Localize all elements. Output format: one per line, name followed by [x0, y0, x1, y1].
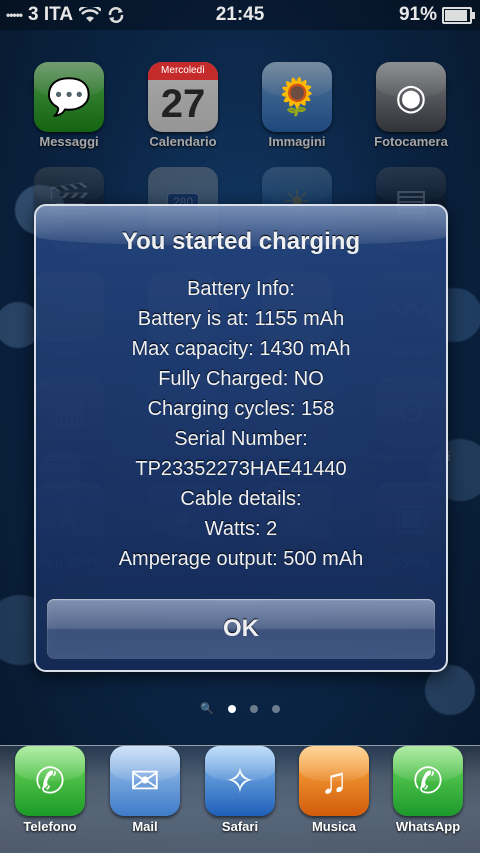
alert-line: Cable details:	[180, 488, 302, 510]
app-glyph: ◉	[395, 76, 427, 117]
page-dot-1[interactable]	[227, 704, 236, 713]
alert-line: Amperage output: 500 mAh	[118, 548, 364, 570]
app-glyph: ✆	[412, 760, 444, 801]
calendar-date: 27	[160, 81, 206, 126]
page-indicator[interactable]: 🔍	[0, 702, 480, 715]
dock-app-label: Mail	[132, 819, 158, 834]
alert-title: You started charging	[121, 228, 361, 255]
page-dot-3[interactable]	[271, 704, 280, 713]
whatsapp-icon[interactable]: ✆	[393, 746, 463, 816]
spotlight-search-icon[interactable]: 🔍	[200, 702, 214, 715]
compass-icon[interactable]: ✧	[205, 746, 275, 816]
app-glyph: 🌻	[274, 76, 320, 117]
dock-app-label: Telefono	[23, 819, 77, 834]
alert-line: TP23352273HAE41440	[135, 458, 347, 480]
app-glyph: ♫	[320, 760, 348, 801]
alert-line: Fully Charged: NO	[158, 368, 324, 390]
alert-line: Battery Info:	[187, 278, 295, 300]
app-glyph: 💬	[46, 76, 92, 117]
battery-percent: 91%	[398, 4, 437, 25]
alert-message: Battery Info: Battery is at: 1155 mAh Ma…	[36, 274, 446, 574]
page-dot-2[interactable]	[249, 704, 258, 713]
alert-line: Watts: 2	[204, 518, 278, 540]
battery-charging-icon	[442, 6, 475, 24]
app-glyph: ✉	[129, 760, 161, 801]
phone-icon[interactable]: ✆	[15, 746, 85, 816]
status-bar: ••••• 3 ITA 21:45 91%	[0, 0, 480, 30]
app-glyph: ✆	[34, 760, 66, 801]
alert-line: Charging cycles: 158	[147, 398, 335, 420]
dock-app-label: WhatsApp	[395, 819, 461, 834]
dock: ✆ Telefono ✉ Mail ✧ Safari ♫ Musica ✆ WhatsApp	[0, 745, 480, 853]
dock-app-label: Safari	[221, 819, 259, 834]
charging-alert-dialog: You started charging Battery Info: Batte…	[34, 204, 448, 672]
alert-line: Serial Number:	[174, 428, 308, 450]
alert-line: Battery is at: 1155 mAh	[137, 308, 345, 330]
mail-icon[interactable]: ✉	[110, 746, 180, 816]
alert-line: Max capacity: 1430 mAh	[131, 338, 351, 360]
calendar-weekday: Mercoledì	[148, 62, 218, 80]
ok-button[interactable]: OK	[46, 598, 436, 660]
dock-app-label: Musica	[311, 819, 357, 834]
music-note-icon[interactable]: ♫	[299, 746, 369, 816]
app-glyph: ✧	[224, 760, 256, 801]
